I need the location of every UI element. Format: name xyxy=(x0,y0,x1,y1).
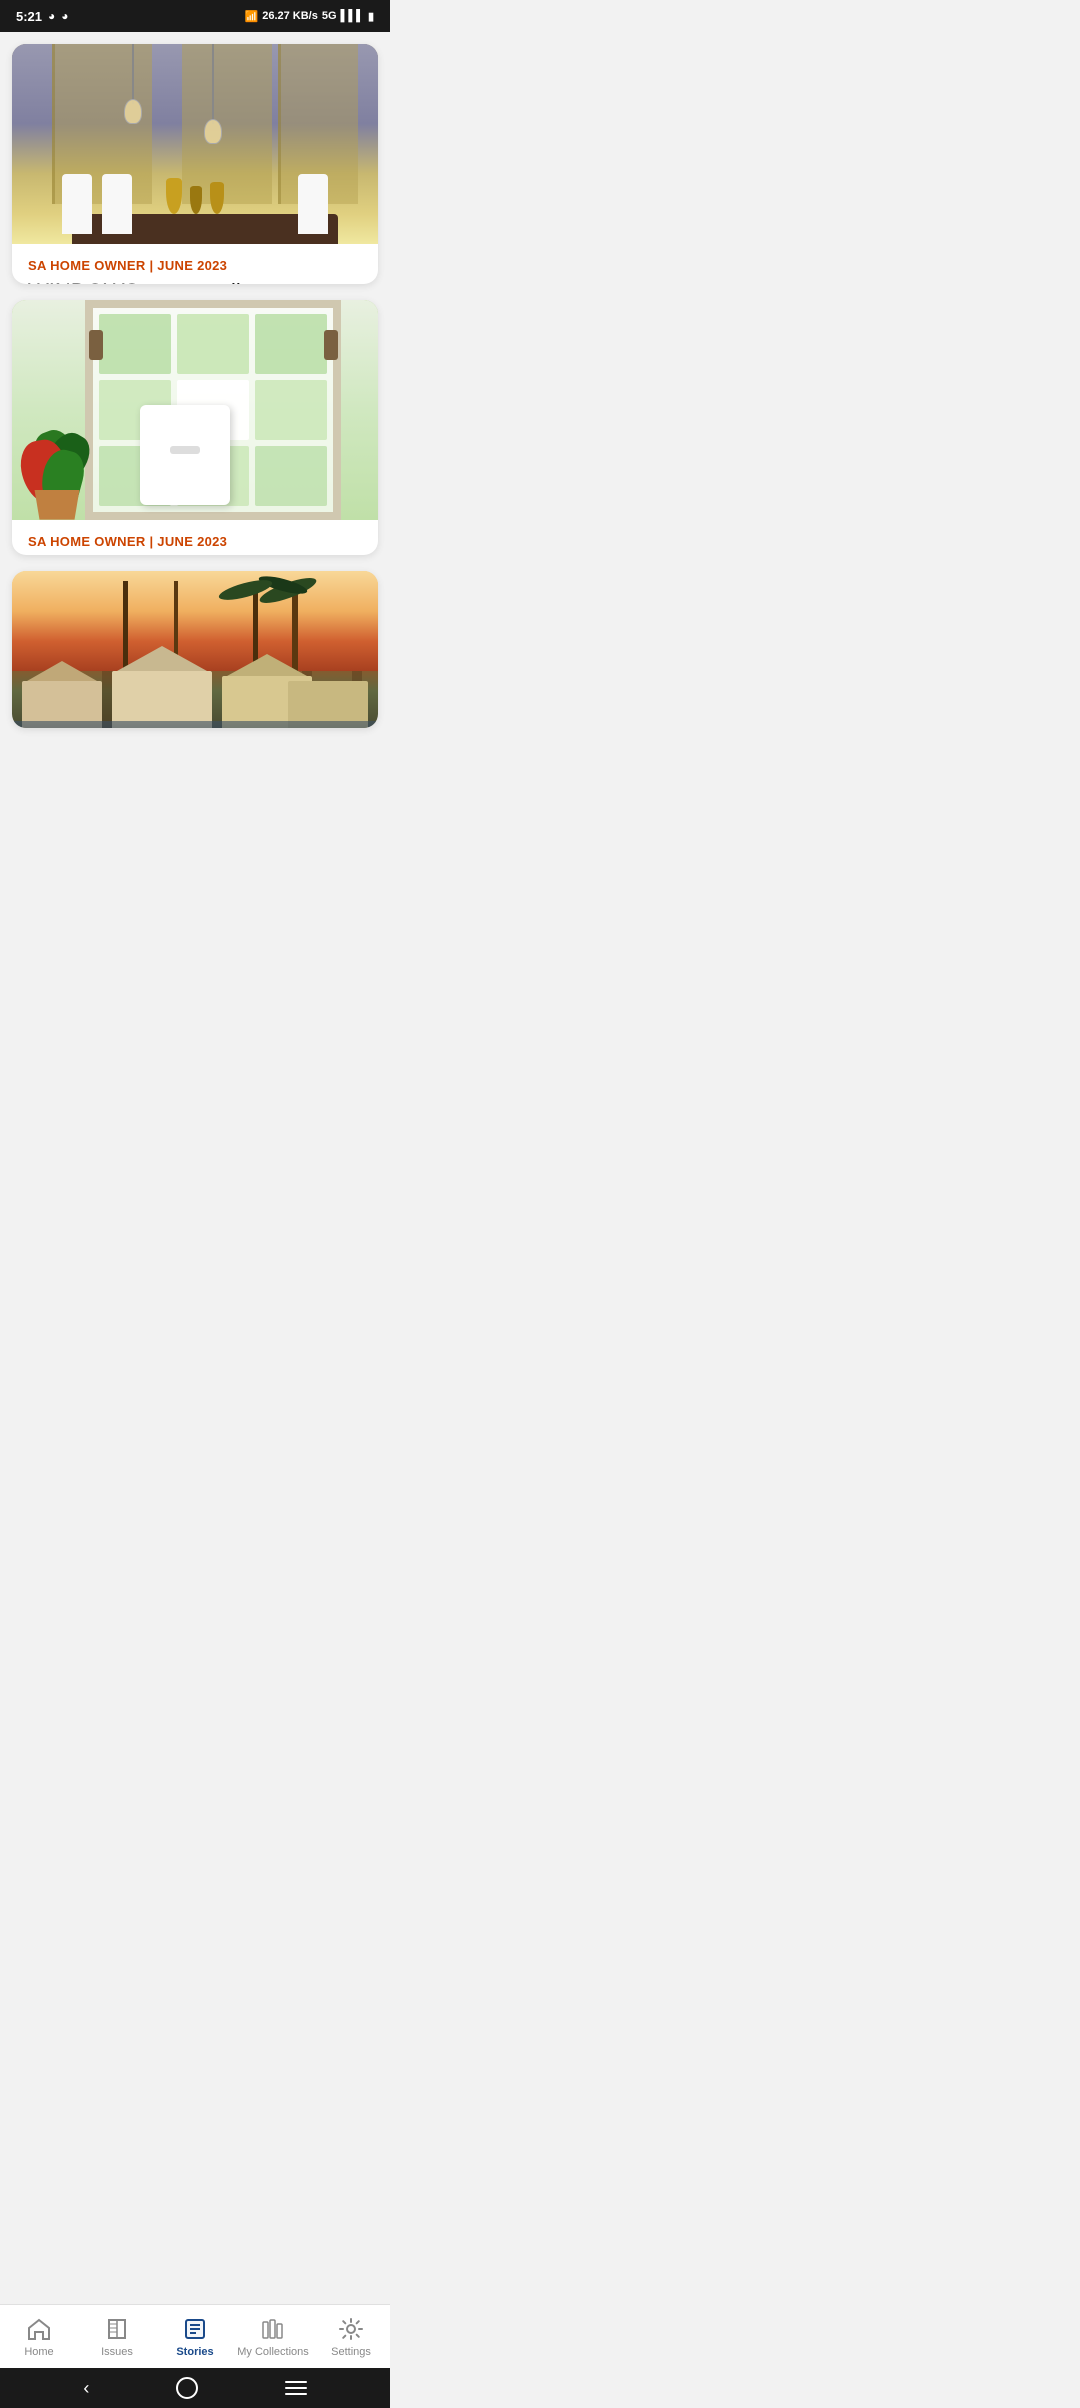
article-card-2[interactable]: SA HOME OWNER | June 2023 Recycling REWA… xyxy=(12,300,378,555)
nav-item-settings[interactable]: Settings xyxy=(312,2316,390,2358)
gesture-bar: ‹ xyxy=(0,2368,390,2408)
bottom-navigation: Home Issues Stories xyxy=(0,2304,390,2368)
back-button[interactable]: ‹ xyxy=(83,2378,89,2399)
settings-icon xyxy=(338,2316,364,2342)
article-image-plant xyxy=(12,300,378,520)
article-image-house xyxy=(12,571,378,728)
nav-label-settings: Settings xyxy=(331,2346,371,2358)
status-left: 5:21 ◕ ◕ xyxy=(16,9,69,24)
nav-item-collections[interactable]: My Collections xyxy=(234,2316,312,2358)
nav-item-issues[interactable]: Issues xyxy=(78,2316,156,2358)
battery-icon: ▮ xyxy=(368,10,374,23)
nav-label-collections: My Collections xyxy=(237,2346,309,2358)
article-title-1: WINDOWS on autopilot xyxy=(28,279,362,284)
article-source-2: SA HOME OWNER | June 2023 xyxy=(28,534,362,549)
signal-icon: 5G xyxy=(322,10,337,22)
status-icon-2: ◕ xyxy=(61,9,68,23)
article-meta-2: SA HOME OWNER | June 2023 Recycling REWA… xyxy=(12,520,378,555)
article-image-dining xyxy=(12,44,378,244)
stories-icon xyxy=(182,2316,208,2342)
home-icon xyxy=(26,2316,52,2342)
status-time: 5:21 xyxy=(16,9,42,24)
article-meta-1: SA HOME OWNER | June 2023 WINDOWS on aut… xyxy=(12,244,378,284)
nav-label-home: Home xyxy=(24,2346,53,2358)
article-source-1: SA HOME OWNER | June 2023 xyxy=(28,258,362,273)
nav-item-stories[interactable]: Stories xyxy=(156,2316,234,2358)
status-icon-1: ◕ xyxy=(48,9,55,23)
articles-list: SA HOME OWNER | June 2023 WINDOWS on aut… xyxy=(0,32,390,740)
nav-label-stories: Stories xyxy=(176,2346,213,2358)
issues-icon xyxy=(104,2316,130,2342)
nav-item-home[interactable]: Home xyxy=(0,2316,78,2358)
status-bar: 5:21 ◕ ◕ 📶 26.27 KB/s 5G ▌▌▌ ▮ xyxy=(0,0,390,32)
article-card-1[interactable]: SA HOME OWNER | June 2023 WINDOWS on aut… xyxy=(12,44,378,284)
article-card-3[interactable] xyxy=(12,571,378,728)
network-speed: 26.27 KB/s xyxy=(262,10,318,22)
status-right: 📶 26.27 KB/s 5G ▌▌▌ ▮ xyxy=(245,10,375,23)
vibrate-icon: 📶 xyxy=(245,10,259,23)
home-button[interactable] xyxy=(176,2377,198,2399)
signal-bars: ▌▌▌ xyxy=(341,10,364,22)
recents-button[interactable] xyxy=(285,2381,307,2395)
collections-icon xyxy=(260,2316,286,2342)
nav-label-issues: Issues xyxy=(101,2346,133,2358)
